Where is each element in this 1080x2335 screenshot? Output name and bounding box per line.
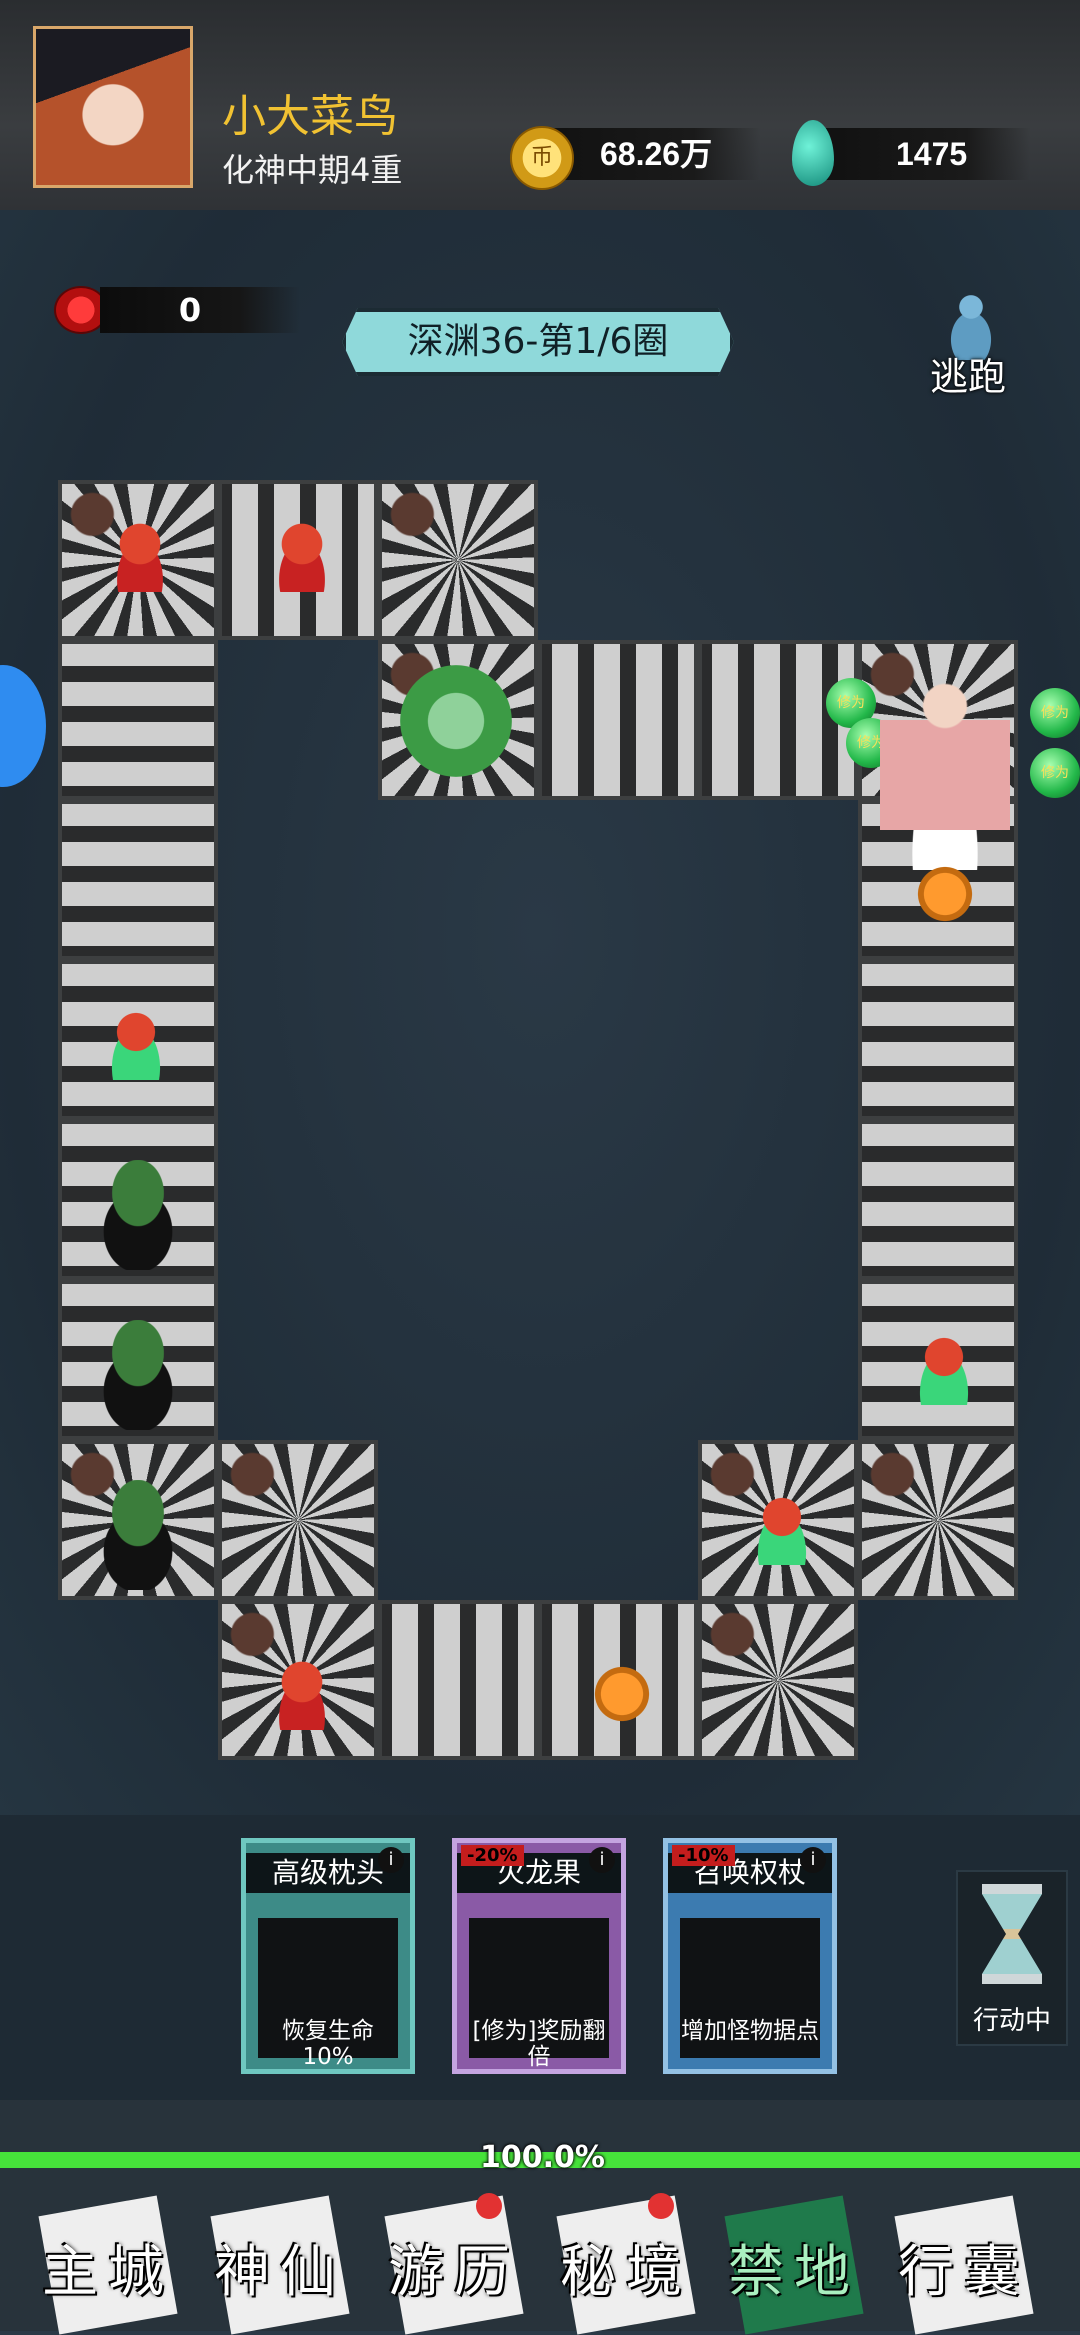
discount-badge: -20% — [461, 1845, 524, 1866]
bomb-counter: 0 — [100, 287, 300, 333]
nav-tab-label: 秘境 — [560, 2240, 692, 2305]
nav-tab-inventory[interactable]: 行囊 — [884, 2195, 1044, 2335]
discount-badge: -10% — [672, 1845, 735, 1866]
jade-bag-icon — [742, 1485, 822, 1565]
coin-bag-icon — [262, 1650, 342, 1730]
card-description: [修为]奖励翻倍 — [472, 2018, 606, 2070]
path-tile — [858, 1120, 1018, 1280]
nav-tab-main-city[interactable]: 主城 — [28, 2195, 188, 2335]
hourglass-icon — [982, 1884, 1042, 1984]
card-description: 增加怪物据点 — [681, 2018, 819, 2044]
notification-dot — [476, 2193, 502, 2219]
path-tile-corner — [378, 480, 538, 640]
action-status-button[interactable]: 行动中 — [956, 1870, 1068, 2046]
bat-monster-icon — [78, 1480, 198, 1590]
coin-bag-icon — [100, 512, 180, 592]
info-icon[interactable]: i — [378, 1847, 404, 1873]
nav-tab-travel[interactable]: 游历 — [374, 2193, 534, 2335]
flee-button[interactable]: 逃跑 — [918, 292, 1028, 402]
cultivation-orb-icon: 修为 — [1030, 748, 1080, 798]
path-tile — [378, 1600, 538, 1760]
path-tile-corner — [218, 1440, 378, 1600]
player-avatar[interactable] — [33, 26, 193, 188]
action-label: 行动中 — [972, 2006, 1051, 2036]
portal-icon — [400, 665, 512, 777]
nav-tab-label: 主城 — [42, 2240, 174, 2305]
path-tile — [58, 800, 218, 960]
treasure-pot-icon — [582, 1650, 662, 1730]
jade-bag-icon — [96, 1000, 176, 1080]
player-rank: 化神中期4重 — [222, 151, 403, 189]
nav-tab-forbidden-land[interactable]: 禁地 — [714, 2195, 874, 2335]
info-icon[interactable]: i — [589, 1847, 615, 1873]
progress-text: 100.0% — [480, 2140, 605, 2175]
flee-label: 逃跑 — [930, 355, 1007, 399]
nav-tab-label: 行囊 — [898, 2240, 1030, 2305]
cultivation-orb-icon: 修为 — [1030, 688, 1080, 738]
coin-icon: 币 — [510, 126, 574, 190]
item-card[interactable]: 高级枕头 i 恢复生命10% — [241, 1838, 415, 2074]
nav-tab-secret-realm[interactable]: 秘境 — [546, 2193, 706, 2335]
player-name: 小大菜鸟 — [222, 91, 398, 142]
nav-tab-label: 神仙 — [214, 2240, 346, 2305]
jade-amount: 1475 — [896, 136, 968, 172]
stage-banner: 深渊36-第1/6圈 — [342, 308, 734, 376]
path-tile — [58, 640, 218, 800]
card-description: 恢复生命10% — [282, 2018, 374, 2070]
nav-tab-immortals[interactable]: 神仙 — [200, 2195, 360, 2335]
path-tile-corner — [858, 1440, 1018, 1600]
jade-counter: 1475 — [820, 128, 1030, 180]
treasure-pot-icon — [905, 850, 985, 930]
coin-bag-icon — [262, 512, 342, 592]
path-tile — [858, 960, 1018, 1120]
path-tile — [538, 640, 698, 800]
notification-dot — [648, 2193, 674, 2219]
coin-amount: 68.26万 — [600, 136, 713, 172]
bat-monster-icon — [78, 1160, 198, 1270]
item-card[interactable]: 召唤权杖 -10% i 增加怪物据点 — [663, 1838, 837, 2074]
info-icon[interactable]: i — [800, 1847, 826, 1873]
item-card[interactable]: 火龙果 -20% i [修为]奖励翻倍 — [452, 1838, 626, 2074]
bat-monster-icon — [78, 1320, 198, 1430]
nav-tab-label: 游历 — [388, 2240, 520, 2305]
path-tile-corner — [698, 1600, 858, 1760]
hero-character — [880, 670, 1010, 870]
nav-tab-label: 禁地 — [728, 2240, 860, 2305]
jade-bag-icon — [904, 1325, 984, 1405]
